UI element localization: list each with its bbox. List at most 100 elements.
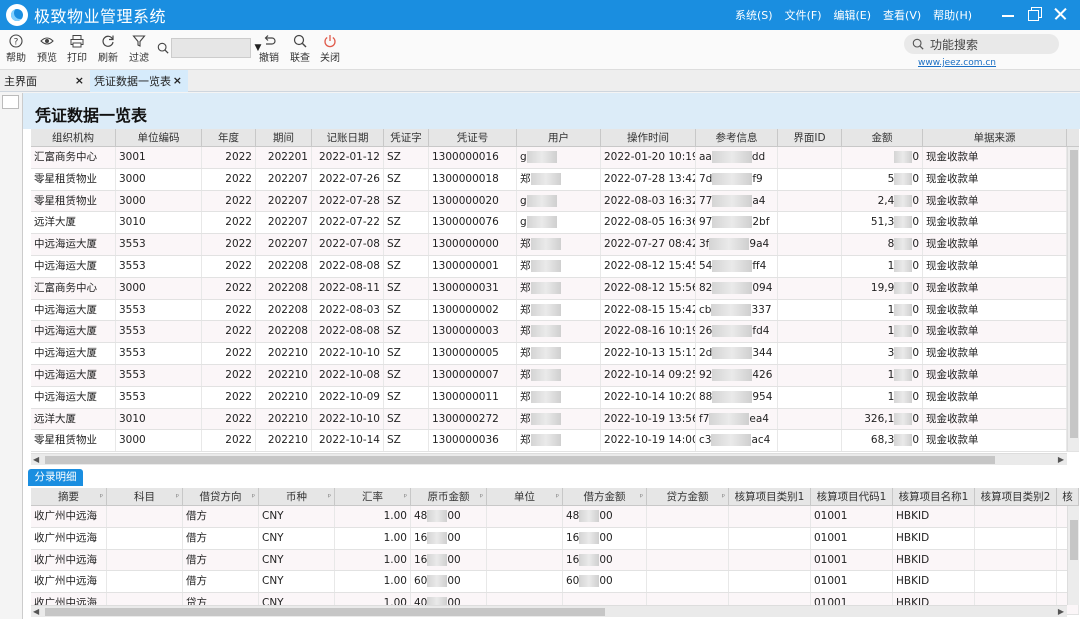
scroll-thumb[interactable] bbox=[1070, 520, 1078, 560]
scroll-left-icon[interactable]: ◀ bbox=[33, 607, 39, 616]
col-header[interactable]: 借方金额 ᵖ bbox=[563, 488, 647, 505]
col-header[interactable]: 用户 bbox=[517, 129, 601, 146]
voucher-grid: 组织机构 单位编码 年度 期间 记账日期 凭证字 凭证号 用户 操作时间 参考信… bbox=[31, 129, 1079, 453]
col-header[interactable]: 金额 bbox=[842, 129, 923, 146]
table-row[interactable]: 中远海运大厦 3553 2022 202210 2022-10-10 SZ 13000000… bbox=[31, 343, 1079, 365]
pin-icon[interactable]: ᵖ bbox=[480, 488, 483, 505]
scroll-left-icon[interactable]: ◀ bbox=[33, 455, 39, 464]
col-header[interactable]: 记账日期 bbox=[312, 129, 384, 146]
table-row[interactable]: 收广州中远海 借方 CNY 1.00 16 00 16 00 01001 HBKID bbox=[31, 527, 1079, 550]
menu-help[interactable]: 帮助(H) bbox=[933, 7, 972, 23]
undo-button[interactable]: 撤销 bbox=[254, 33, 284, 64]
tab-entry-detail[interactable]: 分录明细 bbox=[28, 469, 83, 486]
table-row[interactable]: 收广州中远海 借方 CNY 1.00 60 00 60 00 01001 HBKID bbox=[31, 571, 1079, 594]
cell-text: 郑 bbox=[520, 259, 531, 272]
table-row[interactable]: 远洋大厦 3010 2022 202207 2022-07-22 SZ 1300000076… bbox=[31, 212, 1079, 235]
scroll-right-icon[interactable]: ▶ bbox=[1058, 455, 1064, 464]
table-cell bbox=[647, 527, 729, 549]
scroll-thumb[interactable] bbox=[45, 608, 605, 616]
col-header[interactable]: 单据来源 bbox=[923, 129, 1067, 146]
table-row[interactable]: 汇富商务中心 3001 2022 202201 2022-01-12 SZ 13000000… bbox=[31, 147, 1079, 169]
menu-system[interactable]: 系统(S) bbox=[735, 7, 773, 23]
close-button[interactable]: 关闭 bbox=[315, 33, 345, 64]
print-button[interactable]: 打印 bbox=[62, 33, 92, 64]
table-row[interactable]: 零星租赁物业 3000 2022 202210 2022-10-14 SZ 13000000… bbox=[31, 430, 1079, 453]
function-search-input[interactable]: 功能搜索 bbox=[904, 34, 1059, 54]
menu-view[interactable]: 查看(V) bbox=[883, 7, 921, 23]
filter-button[interactable]: 过滤 bbox=[124, 33, 154, 64]
table-row[interactable]: 中远海运大厦 3553 2022 202208 2022-08-03 SZ 13000000… bbox=[31, 299, 1079, 322]
voucher-grid-hscroll[interactable]: ◀ ▶ bbox=[31, 453, 1067, 465]
pin-icon[interactable]: ᵖ bbox=[556, 488, 559, 505]
linked-query-button[interactable]: 联查 bbox=[285, 33, 315, 64]
entry-detail-hscroll[interactable]: ◀ ▶ bbox=[31, 605, 1067, 617]
pin-icon[interactable]: ᵖ bbox=[328, 488, 331, 505]
menu-edit[interactable]: 编辑(E) bbox=[834, 7, 872, 23]
entry-detail-vscroll[interactable] bbox=[1067, 506, 1079, 605]
col-header[interactable]: 单位编码 bbox=[116, 129, 202, 146]
col-header[interactable]: 期间 bbox=[256, 129, 312, 146]
cell-text: SZ bbox=[387, 390, 401, 403]
col-header[interactable]: 单位 ᵖ bbox=[487, 488, 563, 505]
table-cell: 10 bbox=[842, 386, 923, 408]
help-button[interactable]: ? 帮助 bbox=[1, 33, 31, 64]
scroll-right-icon[interactable]: ▶ bbox=[1058, 607, 1064, 616]
col-header[interactable]: 摘要 ᵖ bbox=[31, 488, 107, 505]
redacted-block bbox=[530, 347, 561, 360]
table-row[interactable]: 收广州中远海 借方 CNY 1.00 48 00 48 00 01001 HBKID bbox=[31, 506, 1079, 528]
col-header[interactable]: 币种 ᵖ bbox=[259, 488, 335, 505]
close-tab-icon[interactable]: × bbox=[75, 74, 84, 87]
col-header[interactable]: 组织机构 bbox=[31, 129, 116, 146]
col-header[interactable]: 原币金额 ᵖ bbox=[411, 488, 487, 505]
table-row[interactable]: 零星租赁物业 3000 2022 202207 2022-07-28 SZ 13000000… bbox=[31, 190, 1079, 213]
col-header[interactable]: 汇率 ᵖ bbox=[335, 488, 411, 505]
col-header[interactable]: 核算项目名称1 bbox=[893, 488, 975, 505]
tab-voucher-list[interactable]: 凭证数据一览表 × bbox=[90, 70, 188, 92]
table-row[interactable]: 中远海运大厦 3553 2022 202210 2022-10-09 SZ 13000000… bbox=[31, 386, 1079, 409]
quick-search-input[interactable] bbox=[171, 38, 251, 58]
close-window-icon[interactable] bbox=[1050, 3, 1072, 25]
minimize-icon[interactable] bbox=[998, 3, 1020, 25]
table-row[interactable]: 中远海运大厦 3553 2022 202208 2022-08-08 SZ 13000000… bbox=[31, 321, 1079, 344]
table-row[interactable]: 汇富商务中心 3000 2022 202208 2022-08-11 SZ 13000000… bbox=[31, 277, 1079, 300]
col-header[interactable]: 核算项目类别2 bbox=[975, 488, 1057, 505]
col-header[interactable]: 借贷方向 ᵖ bbox=[183, 488, 259, 505]
col-header[interactable]: 核算项目代码1 bbox=[811, 488, 893, 505]
pin-icon[interactable]: ᵖ bbox=[176, 488, 179, 505]
table-row[interactable]: 收广州中远海 借方 CNY 1.00 16 00 16 00 01001 HBKID bbox=[31, 549, 1079, 572]
col-header[interactable]: 参考信息 bbox=[696, 129, 778, 146]
voucher-grid-vscroll[interactable] bbox=[1067, 147, 1079, 451]
tab-main[interactable]: 主界面 × bbox=[0, 70, 90, 92]
col-header[interactable]: 凭证字 bbox=[384, 129, 429, 146]
cell-text: 3553 bbox=[119, 325, 146, 338]
pin-icon[interactable]: ᵖ bbox=[722, 488, 725, 505]
scroll-thumb[interactable] bbox=[1070, 150, 1078, 438]
pin-icon[interactable]: ᵖ bbox=[252, 488, 255, 505]
col-header[interactable]: 核算项目类别1 bbox=[729, 488, 811, 505]
pin-icon[interactable]: ᵖ bbox=[100, 488, 103, 505]
col-header[interactable]: 操作时间 bbox=[601, 129, 696, 146]
refresh-button[interactable]: 刷新 bbox=[93, 33, 123, 64]
menu-file[interactable]: 文件(F) bbox=[785, 7, 822, 23]
cell-text: 01001 bbox=[814, 531, 848, 544]
col-header[interactable]: 科目 ᵖ bbox=[107, 488, 183, 505]
table-row[interactable]: 中远海运大厦 3553 2022 202207 2022-07-08 SZ 13000000… bbox=[31, 234, 1079, 256]
preview-button[interactable]: 预览 bbox=[32, 33, 62, 64]
col-header[interactable]: 贷方金额 ᵖ bbox=[647, 488, 729, 505]
col-header[interactable]: 凭证号 bbox=[429, 129, 517, 146]
table-row[interactable]: 零星租赁物业 3000 2022 202207 2022-07-26 SZ 13000000… bbox=[31, 168, 1079, 191]
restore-icon[interactable] bbox=[1024, 3, 1046, 25]
table-row[interactable]: 中远海运大厦 3553 2022 202208 2022-08-08 SZ 13000000… bbox=[31, 255, 1079, 278]
col-header[interactable]: 核 bbox=[1057, 488, 1079, 505]
panel-toggle[interactable] bbox=[2, 95, 19, 109]
table-cell: 2d 344 bbox=[696, 343, 778, 364]
col-header[interactable]: 年度 bbox=[202, 129, 256, 146]
table-row[interactable]: 中远海运大厦 3553 2022 202210 2022-10-08 SZ 13000000… bbox=[31, 364, 1079, 387]
close-tab-icon[interactable]: × bbox=[173, 74, 182, 87]
table-row[interactable]: 远洋大厦 3010 2022 202210 2022-10-10 SZ 1300000272… bbox=[31, 408, 1079, 431]
website-link[interactable]: www.jeez.com.cn bbox=[918, 58, 996, 68]
pin-icon[interactable]: ᵖ bbox=[404, 488, 407, 505]
scroll-thumb[interactable] bbox=[45, 456, 995, 464]
pin-icon[interactable]: ᵖ bbox=[640, 488, 643, 505]
col-header[interactable]: 界面ID bbox=[778, 129, 842, 146]
